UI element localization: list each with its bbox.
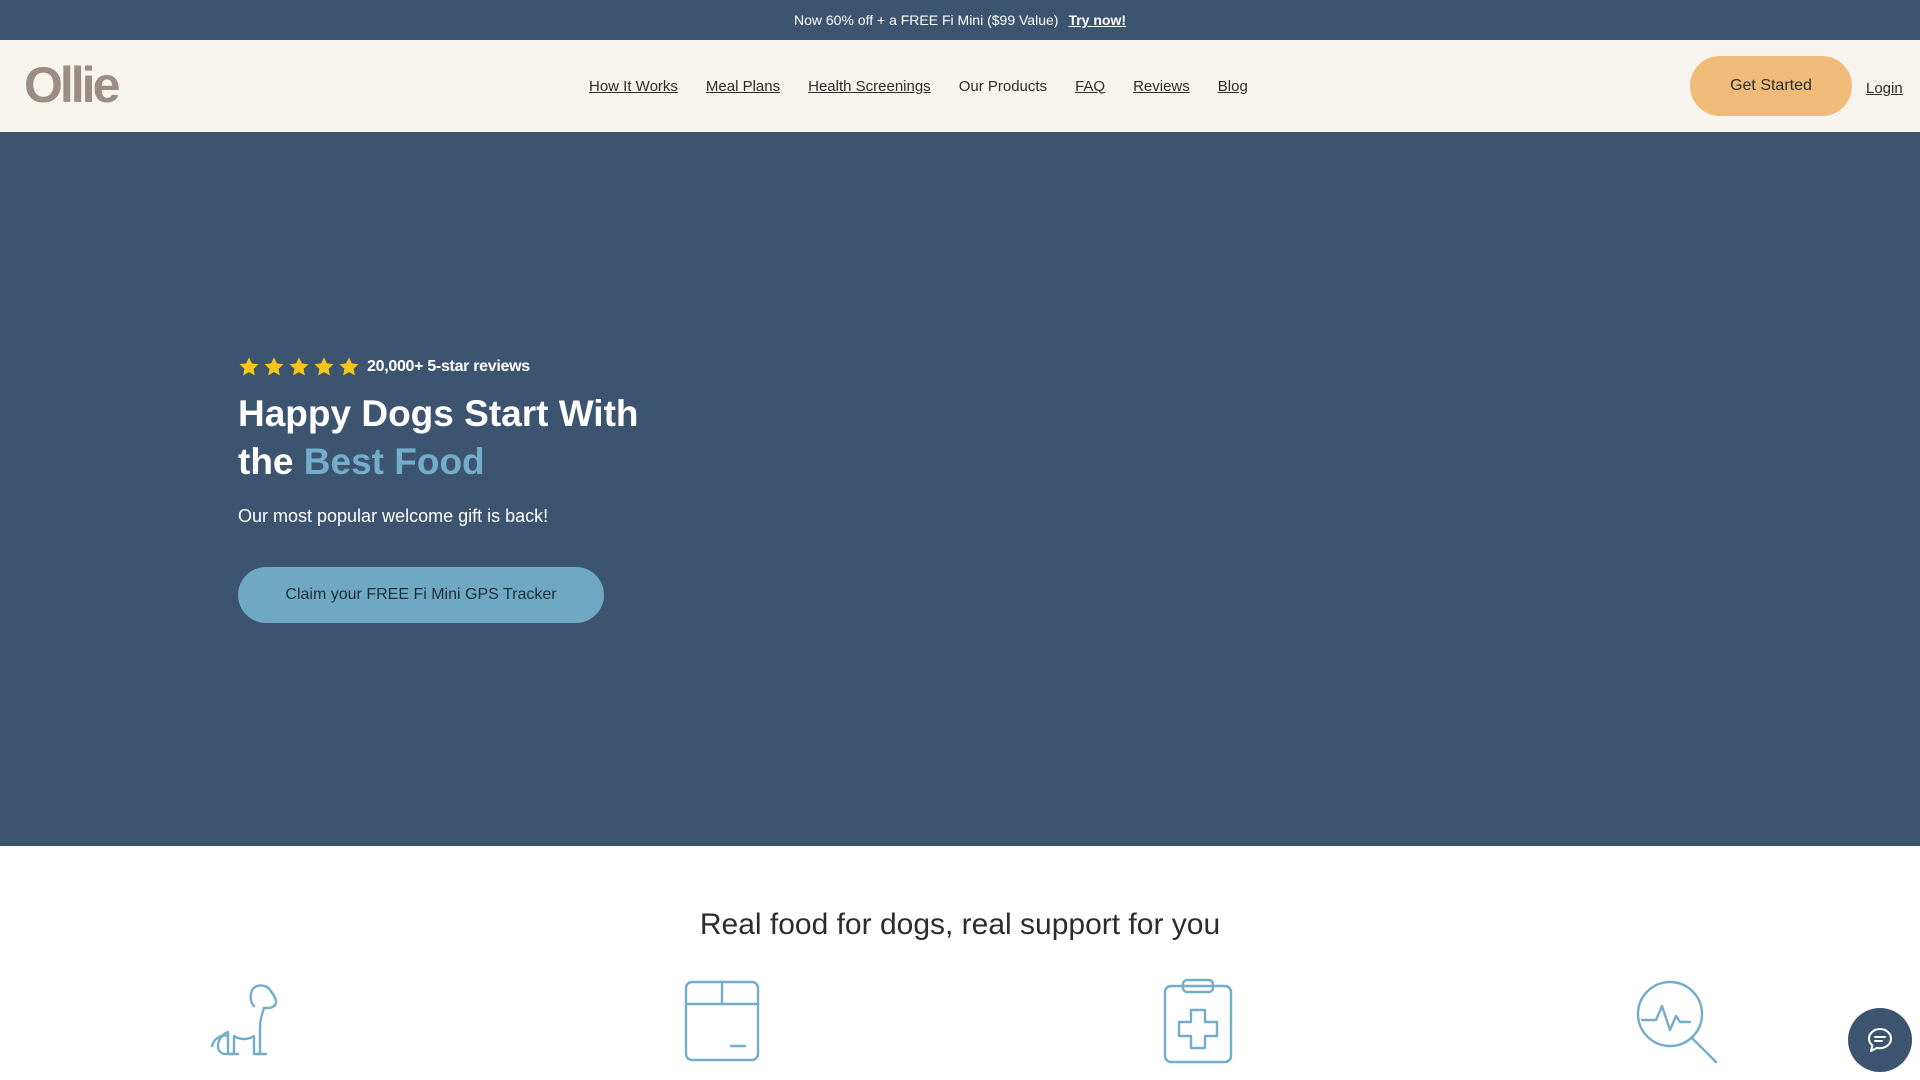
star-icon bbox=[239, 357, 259, 376]
main-nav: How It Works Meal Plans Health Screening… bbox=[589, 40, 1248, 132]
login-link[interactable]: Login bbox=[1866, 80, 1903, 97]
nav-health-screenings[interactable]: Health Screenings bbox=[808, 78, 931, 95]
nav-blog[interactable]: Blog bbox=[1218, 78, 1248, 95]
nav-how-it-works[interactable]: How It Works bbox=[589, 78, 678, 95]
dog-icon bbox=[200, 976, 290, 1066]
hero-section: 20,000+ 5-star reviews Happy Dogs Start … bbox=[0, 132, 1920, 846]
nav-our-products[interactable]: Our Products bbox=[959, 78, 1047, 95]
chat-button[interactable] bbox=[1848, 1008, 1912, 1072]
star-icon bbox=[339, 357, 359, 376]
hero-subtitle: Our most popular welcome gift is back! bbox=[238, 506, 549, 526]
rating-text: 20,000+ 5-star reviews bbox=[367, 358, 530, 375]
hero-title-accent: Best Food bbox=[303, 441, 485, 482]
box-icon bbox=[677, 976, 767, 1066]
announcement-text: Now 60% off + a FREE Fi Mini ($99 Value) bbox=[794, 12, 1059, 28]
claim-tracker-button[interactable]: Claim your FREE Fi Mini GPS Tracker bbox=[238, 567, 604, 623]
site-header: Ollie How It Works Meal Plans Health Scr… bbox=[0, 40, 1920, 132]
star-icon bbox=[314, 357, 334, 376]
clipboard-medical-icon bbox=[1153, 976, 1243, 1066]
health-search-icon bbox=[1632, 976, 1722, 1066]
nav-meal-plans[interactable]: Meal Plans bbox=[706, 78, 780, 95]
nav-reviews[interactable]: Reviews bbox=[1133, 78, 1190, 95]
features-heading: Real food for dogs, real support for you bbox=[699, 908, 1221, 941]
nav-faq[interactable]: FAQ bbox=[1075, 78, 1105, 95]
star-icon bbox=[289, 357, 309, 376]
announcement-bar: Now 60% off + a FREE Fi Mini ($99 Value)… bbox=[0, 0, 1920, 40]
star-icon bbox=[264, 357, 284, 376]
ollie-logo[interactable]: Ollie bbox=[24, 60, 120, 110]
rating-row: 20,000+ 5-star reviews bbox=[238, 356, 530, 378]
hero-title: Happy Dogs Start With the Best Food bbox=[238, 390, 698, 486]
hero-title-the: the bbox=[238, 441, 294, 482]
get-started-button[interactable]: Get Started bbox=[1690, 56, 1852, 116]
hero-title-line1: Happy Dogs Start With bbox=[238, 393, 639, 434]
announcement-link[interactable]: Try now! bbox=[1068, 12, 1126, 28]
chat-icon bbox=[1868, 1028, 1892, 1052]
